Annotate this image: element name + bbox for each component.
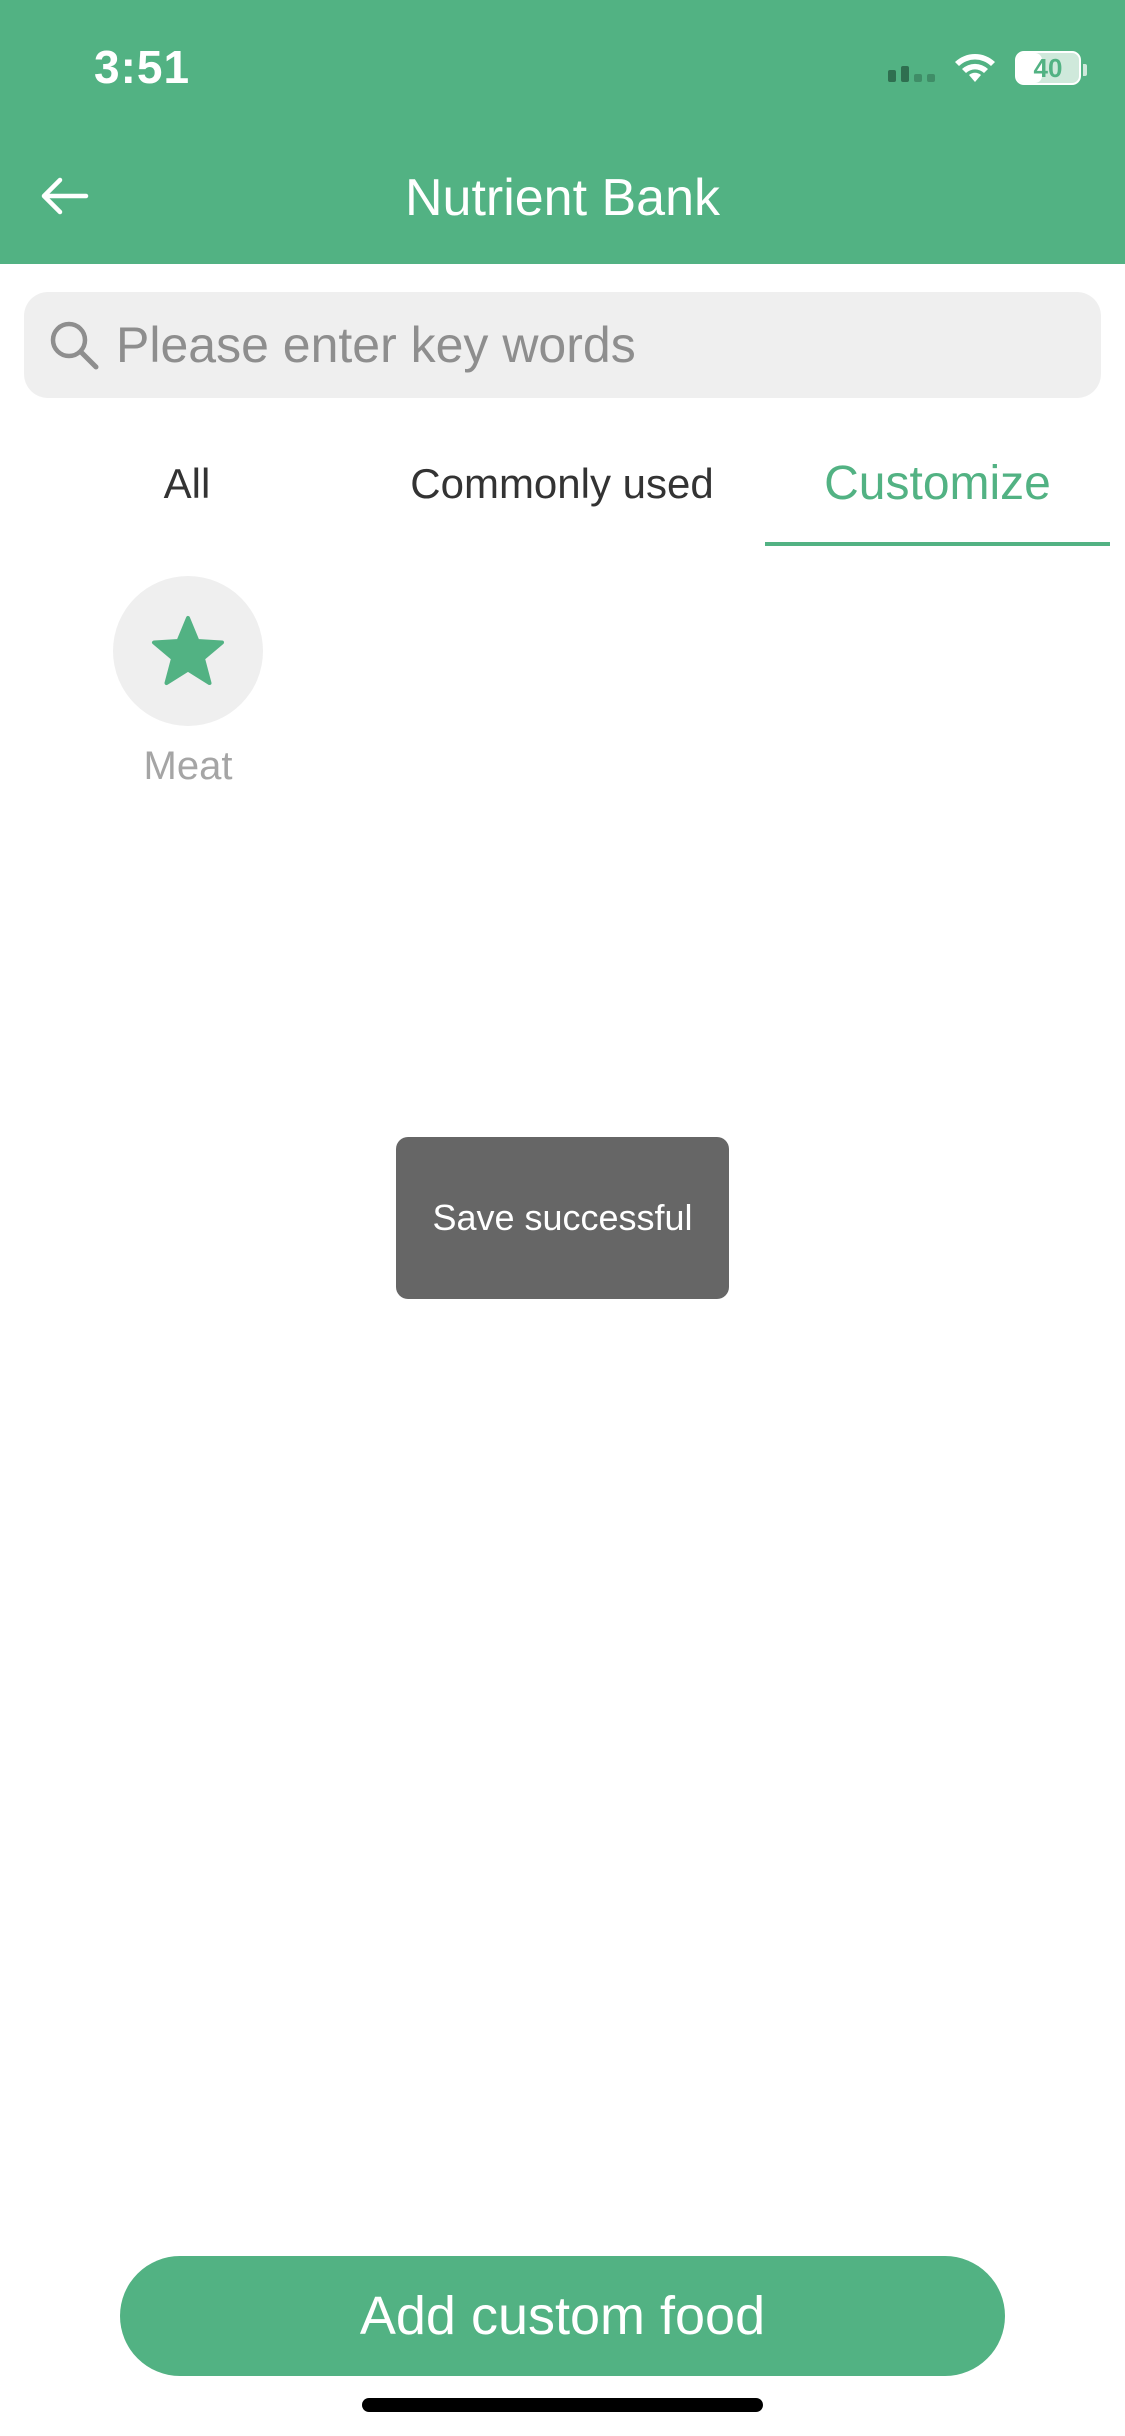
add-custom-food-button[interactable]: Add custom food [120,2256,1005,2376]
battery-level: 40 [1033,52,1063,83]
tab-all[interactable]: All [0,440,374,548]
active-tab-indicator [765,542,1110,546]
star-icon [152,616,224,685]
tab-commonly-used[interactable]: Commonly used [374,440,750,548]
wifi-icon [955,54,995,82]
home-indicator [362,2398,763,2412]
category-icon-circle [113,576,263,726]
page-title: Nutrient Bank [404,169,721,227]
toast-message: Save successful [396,1137,729,1299]
battery-icon: 40 [1015,51,1087,85]
search-icon [46,317,102,373]
category-label: Meat [143,744,233,788]
nutrient-bank-screen: 3:51 40 Nutrient Bank Please enter key w… [0,0,1125,2436]
search-bar[interactable] [24,292,1101,398]
status-icons: 40 [888,48,1087,88]
search-input[interactable] [116,316,1016,374]
app-header: 3:51 40 Nutrient Bank [0,0,1125,264]
tab-customize[interactable]: Customize [765,440,1110,548]
category-item-meat[interactable]: Meat [113,576,263,789]
cellular-signal-icon [888,54,935,82]
tab-bar: All Commonly used Customize [0,440,1125,548]
status-time: 3:51 [94,41,191,93]
